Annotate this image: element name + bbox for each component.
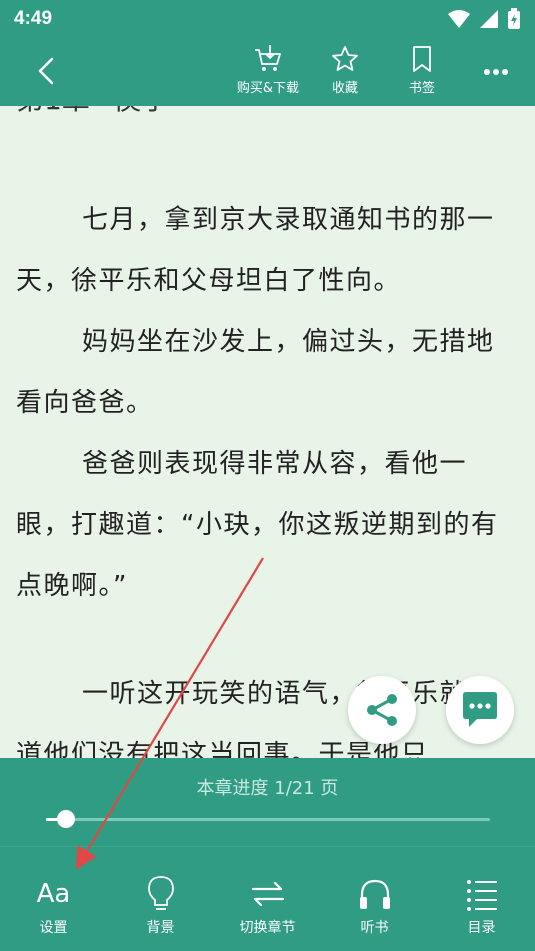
more-options-icon[interactable] — [483, 62, 509, 82]
chat-bubble-icon — [463, 692, 497, 727]
status-bar: 4:49 — [0, 0, 535, 38]
nav-label: 切换章节 — [239, 920, 296, 936]
lightbulb-icon — [147, 876, 174, 910]
share-icon — [367, 694, 397, 726]
nav-switch-chapter[interactable]: 切换章节 — [214, 847, 321, 951]
nav-listen[interactable]: 听书 — [321, 847, 428, 951]
favorite-label: 收藏 — [331, 81, 358, 96]
nav-background[interactable]: 背景 — [107, 847, 214, 951]
font-size-icon: Aa — [36, 879, 71, 909]
swap-arrows-icon — [251, 881, 284, 907]
status-time: 4:49 — [14, 8, 53, 29]
favorite-button[interactable]: 收藏 — [305, 44, 385, 100]
chapter-title: 第1章 “侯子” — [16, 106, 184, 118]
nav-label: 背景 — [146, 920, 175, 936]
nav-settings[interactable]: Aa 设置 — [0, 847, 107, 951]
page-progress-slider[interactable] — [46, 810, 490, 828]
reading-area[interactable]: 第1章 “侯子” 七月，拿到京大录取通知书的那一天，徐平乐和父母坦白了性向。 妈… — [0, 106, 535, 758]
star-icon — [332, 46, 358, 71]
buy-download-label: 购买&下载 — [236, 81, 300, 96]
bottom-nav: Aa 设置 背景 切换章节 听书 目录 — [0, 846, 535, 951]
bookmark-icon — [413, 46, 431, 72]
slider-thumb[interactable] — [57, 810, 75, 828]
list-icon — [466, 880, 497, 911]
signal-icon — [480, 10, 498, 28]
system-icons — [447, 8, 521, 30]
paragraph: 七月，拿到京大录取通知书的那一天，徐平乐和父母坦白了性向。 — [16, 205, 495, 296]
cart-download-icon — [255, 45, 281, 71]
reader-toolbar: 购买&下载 收藏 书签 — [0, 38, 535, 106]
bookmark-button[interactable]: 书签 — [382, 44, 462, 100]
wifi-icon — [448, 10, 470, 28]
nav-label: 目录 — [467, 920, 496, 936]
chapter-progress-panel: 本章进度 1/21 页 — [0, 758, 535, 846]
paragraph: 爸爸则表现得非常从容，看他一眼，打趣道：“小玦，你这叛逆期到的有点晚啊。” — [16, 449, 499, 601]
share-button[interactable] — [348, 676, 416, 744]
comment-button[interactable] — [446, 676, 514, 744]
buy-download-button[interactable]: 购买&下载 — [228, 44, 308, 100]
headphones-icon — [359, 879, 390, 909]
nav-catalog[interactable]: 目录 — [428, 847, 535, 951]
nav-label: 设置 — [39, 920, 68, 936]
paragraph: 妈妈坐在沙发上，偏过头，无措地看向爸爸。 — [16, 327, 495, 418]
bookmark-label: 书签 — [408, 81, 435, 96]
back-arrow-icon[interactable] — [30, 54, 64, 88]
chapter-progress-label: 本章进度 1/21 页 — [196, 778, 339, 799]
nav-label: 听书 — [360, 920, 389, 936]
battery-charging-icon — [508, 8, 520, 29]
